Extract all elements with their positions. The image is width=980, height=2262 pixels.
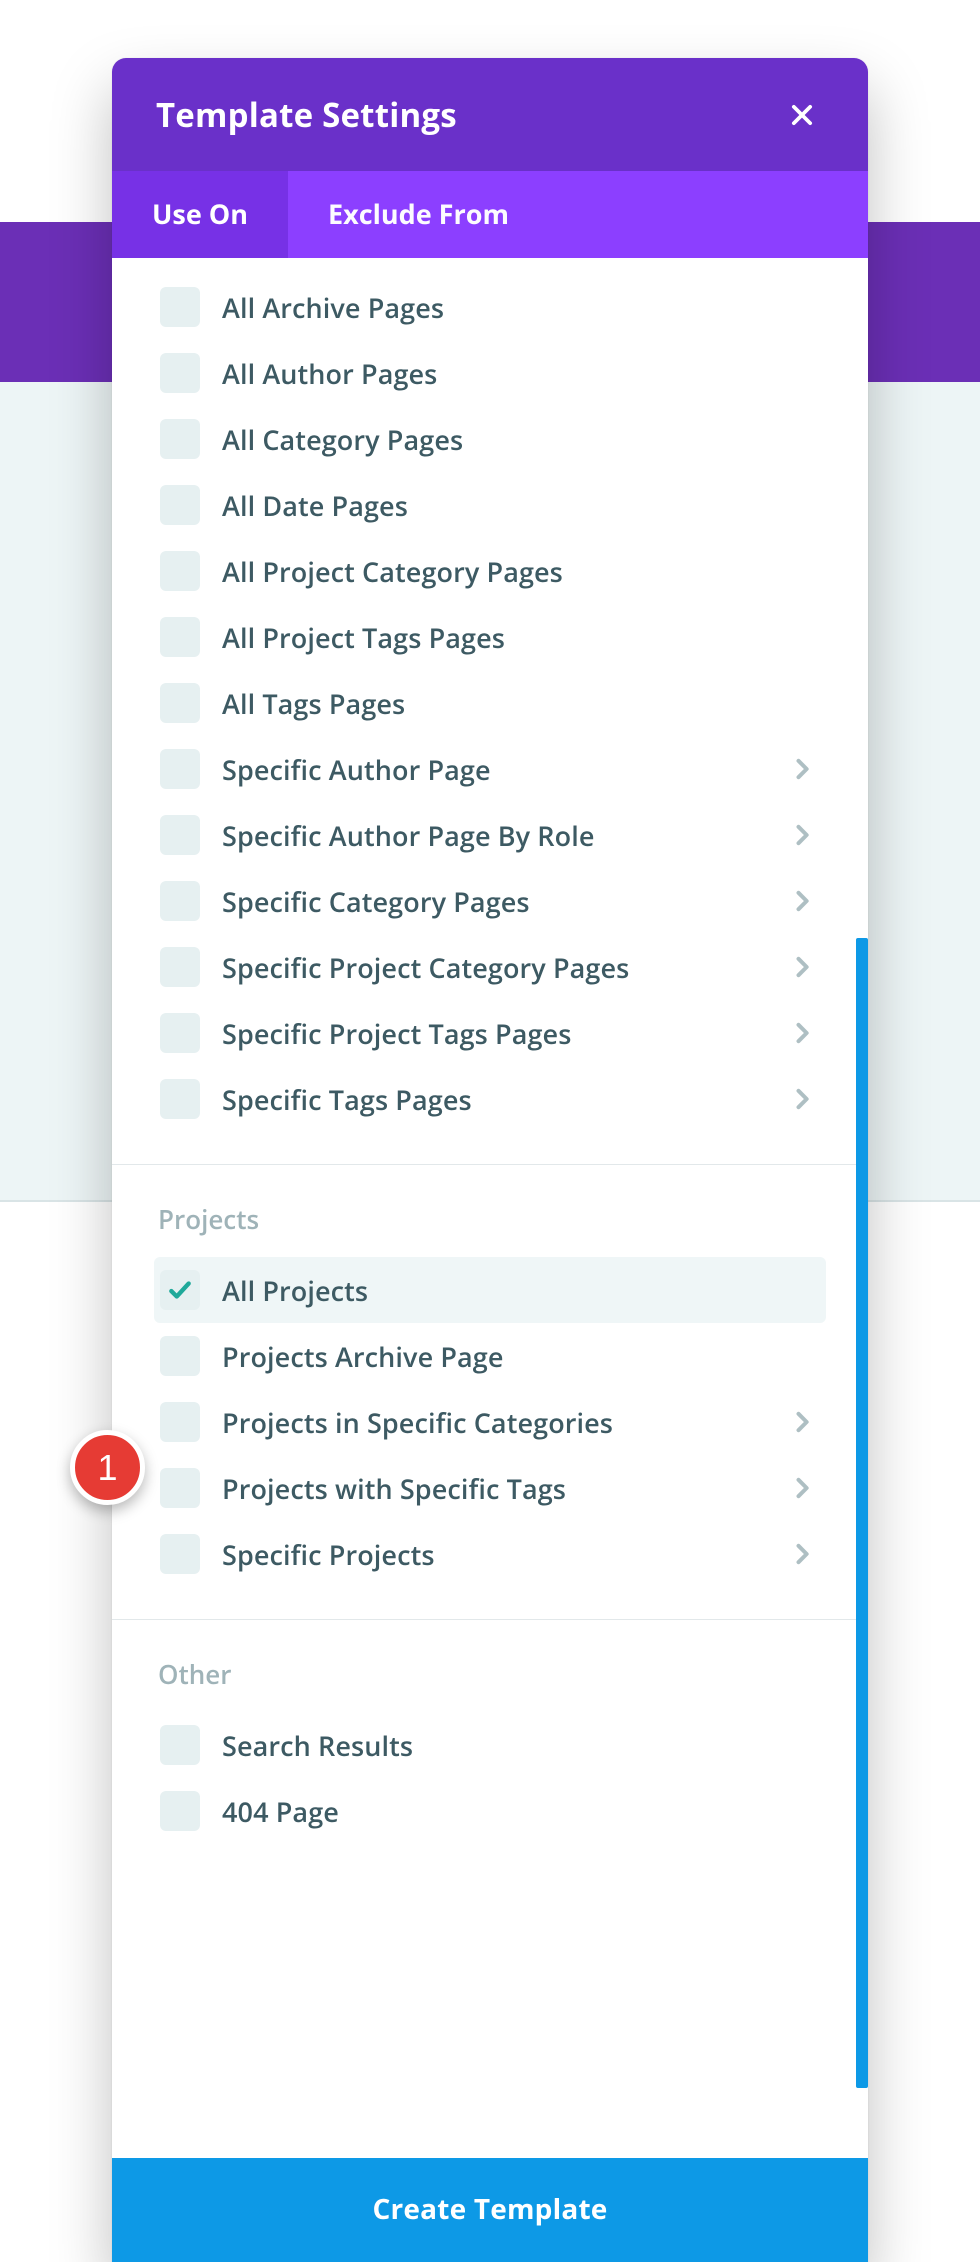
other-item[interactable]: 404 Page (154, 1778, 826, 1844)
item-label: Specific Category Pages (222, 883, 766, 920)
item-label: 404 Page (222, 1793, 816, 1830)
item-label: All Tags Pages (222, 685, 816, 722)
checkbox[interactable] (160, 749, 200, 789)
item-label: Specific Author Page (222, 751, 766, 788)
archive-item[interactable]: All Tags Pages (154, 670, 826, 736)
item-label: Specific Project Tags Pages (222, 1015, 766, 1052)
checkbox[interactable] (160, 1079, 200, 1119)
item-label: Projects with Specific Tags (222, 1470, 766, 1507)
item-label: All Author Pages (222, 355, 816, 392)
checkbox[interactable] (160, 419, 200, 459)
other-item[interactable]: Search Results (154, 1712, 826, 1778)
checkbox[interactable] (160, 683, 200, 723)
archive-item[interactable]: Specific Project Category Pages (154, 934, 826, 1000)
projects-item[interactable]: Projects in Specific Categories (154, 1389, 826, 1455)
scrollbar[interactable] (856, 258, 868, 2158)
item-label: All Category Pages (222, 421, 816, 458)
chevron-right-icon (788, 1019, 816, 1047)
checkbox[interactable] (160, 1791, 200, 1831)
checkbox[interactable] (160, 551, 200, 591)
item-label: All Project Tags Pages (222, 619, 816, 656)
chevron-right-icon (788, 1540, 816, 1568)
tab-use-on[interactable]: Use On (112, 171, 288, 258)
section-archive: All Archive Pages All Author Pages All Cat… (112, 258, 868, 1156)
item-label: Specific Author Page By Role (222, 817, 766, 854)
section-projects: Projects All Projects Projects Archive Pa… (112, 1164, 868, 1611)
chevron-right-icon (788, 821, 816, 849)
checkbox[interactable] (160, 1402, 200, 1442)
item-label: Projects in Specific Categories (222, 1404, 766, 1441)
close-button[interactable] (780, 93, 824, 137)
projects-item[interactable]: Specific Projects (154, 1521, 826, 1587)
item-label: Specific Project Category Pages (222, 949, 766, 986)
checkbox[interactable] (160, 815, 200, 855)
section-other: Other Search Results 404 Page (112, 1619, 868, 1868)
checkbox[interactable] (160, 1534, 200, 1574)
chevron-right-icon (788, 953, 816, 981)
checkbox[interactable] (160, 1468, 200, 1508)
archive-item[interactable]: All Project Category Pages (154, 538, 826, 604)
archive-item[interactable]: All Category Pages (154, 406, 826, 472)
tab-exclude-from[interactable]: Exclude From (288, 171, 549, 258)
template-settings-modal: Template Settings Use On Exclude From Al… (112, 58, 868, 2262)
archive-item[interactable]: Specific Tags Pages (154, 1066, 826, 1132)
archive-item[interactable]: Specific Author Page By Role (154, 802, 826, 868)
checkbox[interactable] (160, 287, 200, 327)
item-label: All Projects (222, 1272, 816, 1309)
projects-item[interactable]: Projects Archive Page (154, 1323, 826, 1389)
archive-item[interactable]: Specific Category Pages (154, 868, 826, 934)
chevron-right-icon (788, 887, 816, 915)
checkbox[interactable] (160, 1270, 200, 1310)
checkbox[interactable] (160, 947, 200, 987)
settings-scroll-area[interactable]: All Archive Pages All Author Pages All Cat… (112, 258, 868, 2158)
archive-item[interactable]: All Author Pages (154, 340, 826, 406)
section-title-projects: Projects (158, 1201, 826, 1237)
chevron-right-icon (788, 755, 816, 783)
checkbox[interactable] (160, 353, 200, 393)
item-label: All Archive Pages (222, 289, 816, 326)
checkbox[interactable] (160, 1336, 200, 1376)
item-label: Projects Archive Page (222, 1338, 816, 1375)
archive-item[interactable]: All Date Pages (154, 472, 826, 538)
chevron-right-icon (788, 1474, 816, 1502)
create-template-button[interactable]: Create Template (112, 2158, 868, 2262)
modal-title: Template Settings (156, 92, 457, 137)
annotation-badge-1: 1 (70, 1430, 145, 1505)
item-label: Specific Projects (222, 1536, 766, 1573)
checkbox[interactable] (160, 485, 200, 525)
checkbox[interactable] (160, 881, 200, 921)
modal-tabs: Use On Exclude From (112, 171, 868, 258)
item-label: Specific Tags Pages (222, 1081, 766, 1118)
checkbox[interactable] (160, 1725, 200, 1765)
projects-item[interactable]: All Projects (154, 1257, 826, 1323)
archive-item[interactable]: Specific Project Tags Pages (154, 1000, 826, 1066)
check-icon (167, 1277, 193, 1303)
archive-item[interactable]: Specific Author Page (154, 736, 826, 802)
scrollbar-thumb[interactable] (856, 938, 868, 2088)
checkbox[interactable] (160, 617, 200, 657)
archive-item[interactable]: All Project Tags Pages (154, 604, 826, 670)
checkbox[interactable] (160, 1013, 200, 1053)
archive-item[interactable]: All Archive Pages (154, 274, 826, 340)
modal-header: Template Settings (112, 58, 868, 171)
projects-item[interactable]: Projects with Specific Tags (154, 1455, 826, 1521)
chevron-right-icon (788, 1085, 816, 1113)
item-label: All Date Pages (222, 487, 816, 524)
section-title-other: Other (158, 1656, 826, 1692)
item-label: All Project Category Pages (222, 553, 816, 590)
close-icon (788, 101, 816, 129)
chevron-right-icon (788, 1408, 816, 1436)
item-label: Search Results (222, 1727, 816, 1764)
